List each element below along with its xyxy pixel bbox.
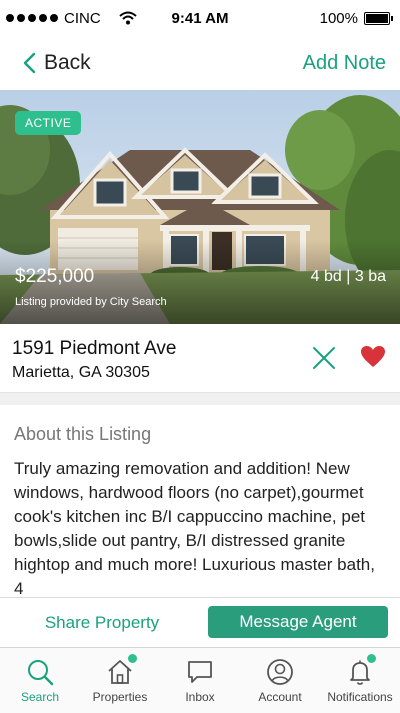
about-description: Truly amazing removation and addition! N… (14, 459, 375, 597)
notifications-badge-dot (366, 653, 377, 664)
share-property-button[interactable]: Share Property (0, 598, 204, 648)
tab-inbox[interactable]: Inbox (160, 648, 240, 713)
listing-provider: Listing provided by City Search (15, 296, 167, 308)
status-badge: ACTIVE (15, 111, 82, 135)
message-agent-button[interactable]: Message Agent (208, 606, 388, 638)
add-note-button[interactable]: Add Note (303, 52, 400, 75)
city-state-zip: Marietta, GA 30305 (12, 364, 150, 381)
signal-dots-icon (6, 14, 58, 22)
tab-label: Account (258, 690, 302, 704)
about-title: About this Listing (14, 424, 152, 444)
tab-label: Inbox (185, 690, 215, 704)
close-icon[interactable] (312, 346, 336, 370)
tab-notifications[interactable]: Notifications (320, 648, 400, 713)
properties-badge-dot (127, 653, 138, 664)
street-address: 1591 Piedmont Ave (12, 338, 177, 359)
section-divider (0, 393, 400, 405)
action-bar: Share Property Message Agent (0, 597, 400, 648)
status-left: CINC (0, 10, 137, 27)
tab-account[interactable]: Account (240, 648, 320, 713)
tab-label: Notifications (327, 690, 393, 704)
beds-baths: 4 bd | 3 ba (310, 268, 386, 285)
tab-label: Properties (92, 690, 148, 704)
battery-icon (364, 11, 393, 25)
user-icon (267, 659, 293, 685)
about-section: About this Listing Truly amazing removat… (0, 405, 400, 597)
listing-price: $225,000 (15, 266, 95, 287)
back-label: Back (44, 51, 91, 74)
nav-bar: Back Add Note (0, 36, 400, 91)
back-button[interactable]: Back (0, 51, 91, 75)
tab-label: Search (20, 690, 60, 704)
listing-photo[interactable]: ACTIVE $225,000 Listing provided by City… (0, 90, 400, 324)
battery-percent: 100% (319, 9, 358, 27)
address-row: 1591 Piedmont Ave Marietta, GA 30305 (0, 324, 400, 393)
status-bar: CINC 9:41 AM 100% (0, 0, 400, 36)
chevron-left-icon (23, 52, 36, 74)
status-right: 100% (320, 10, 400, 27)
tab-bar: Search Properties Inbox Account Notifica (0, 647, 400, 713)
tab-search[interactable]: Search (0, 648, 80, 713)
heart-icon[interactable] (360, 345, 386, 369)
wifi-icon (119, 11, 137, 25)
chat-icon (188, 661, 212, 683)
tab-properties[interactable]: Properties (80, 648, 160, 713)
search-icon (28, 660, 54, 686)
carrier-label: CINC (64, 9, 101, 27)
